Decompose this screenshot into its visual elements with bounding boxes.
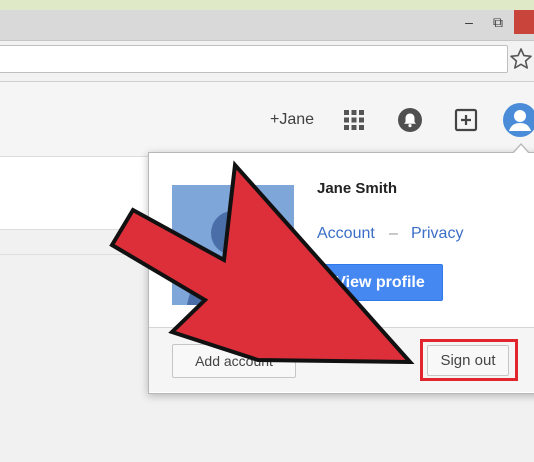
link-separator: – bbox=[389, 225, 398, 242]
share-plus-icon[interactable] bbox=[453, 107, 479, 133]
profile-silhouette-icon bbox=[172, 185, 294, 305]
minimize-button[interactable]: – bbox=[456, 10, 482, 34]
profile-photo[interactable] bbox=[172, 185, 294, 305]
maximize-button[interactable]: ⧉ bbox=[485, 10, 511, 34]
add-account-button[interactable]: Add account bbox=[172, 344, 296, 378]
view-profile-button[interactable]: View profile bbox=[317, 264, 443, 301]
close-button[interactable] bbox=[514, 10, 534, 34]
avatar-icon[interactable] bbox=[502, 102, 534, 138]
account-name: Jane Smith bbox=[317, 180, 398, 197]
popup-pointer-fill bbox=[513, 145, 529, 154]
content-panel bbox=[0, 156, 161, 230]
window-top-strip bbox=[0, 0, 534, 10]
sign-out-highlight-box bbox=[420, 339, 518, 381]
bookmark-star-icon[interactable] bbox=[509, 47, 533, 71]
user-link[interactable]: +Jane bbox=[270, 111, 314, 129]
privacy-link[interactable]: Privacy bbox=[411, 225, 463, 243]
account-link[interactable]: Account bbox=[317, 225, 375, 243]
divider bbox=[0, 254, 150, 255]
address-bar[interactable] bbox=[0, 45, 508, 73]
title-bar bbox=[0, 10, 534, 41]
apps-grid-icon[interactable] bbox=[343, 109, 365, 131]
notifications-bell-icon[interactable] bbox=[397, 107, 423, 133]
